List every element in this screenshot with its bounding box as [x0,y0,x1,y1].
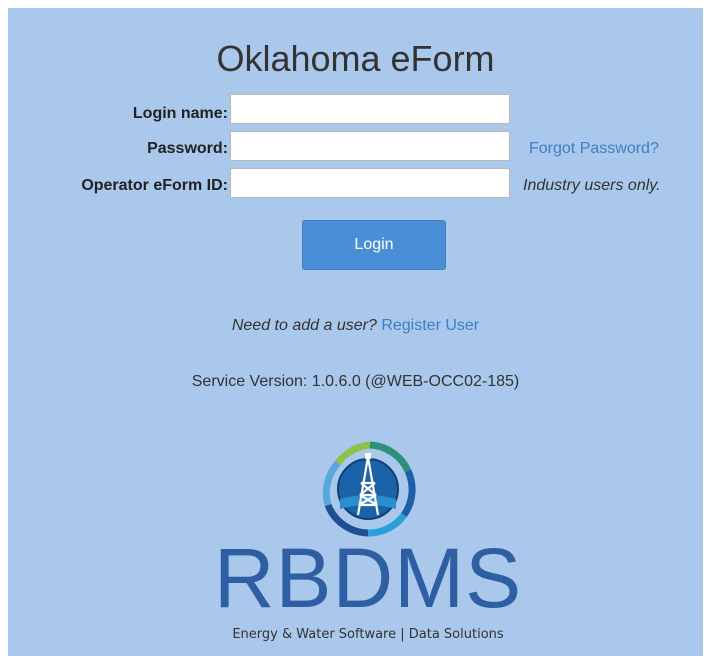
rbdms-tagline: Energy & Water Software | Data Solutions [232,627,504,642]
register-user-link[interactable]: Register User [381,317,479,334]
operator-id-label: Operator eForm ID: [81,177,228,194]
service-version: Service Version: 1.0.6.0 (@WEB-OCC02-185… [191,373,520,390]
password-label: Password: [147,140,228,157]
login-name-label: Login name: [132,105,228,122]
rbdms-wordmark: RBDMS [213,531,523,625]
rbdms-logo: RBDMS Energy & Water Software | Data Sol… [198,435,538,656]
login-panel: Oklahoma eForm Login name: Password: For… [8,8,703,656]
oil-derrick-globe-icon [322,441,416,537]
login-name-input[interactable] [230,94,510,124]
industry-users-hint: Industry users only. [523,177,661,194]
page-title: Oklahoma eForm [216,38,495,79]
forgot-password-link[interactable]: Forgot Password? [529,140,659,158]
register-prompt: Need to add a user? [231,317,377,334]
register-row: Need to add a user? Register User [8,317,703,335]
login-button[interactable]: Login [302,220,446,270]
password-input[interactable] [230,131,510,161]
operator-id-input[interactable] [230,168,510,198]
